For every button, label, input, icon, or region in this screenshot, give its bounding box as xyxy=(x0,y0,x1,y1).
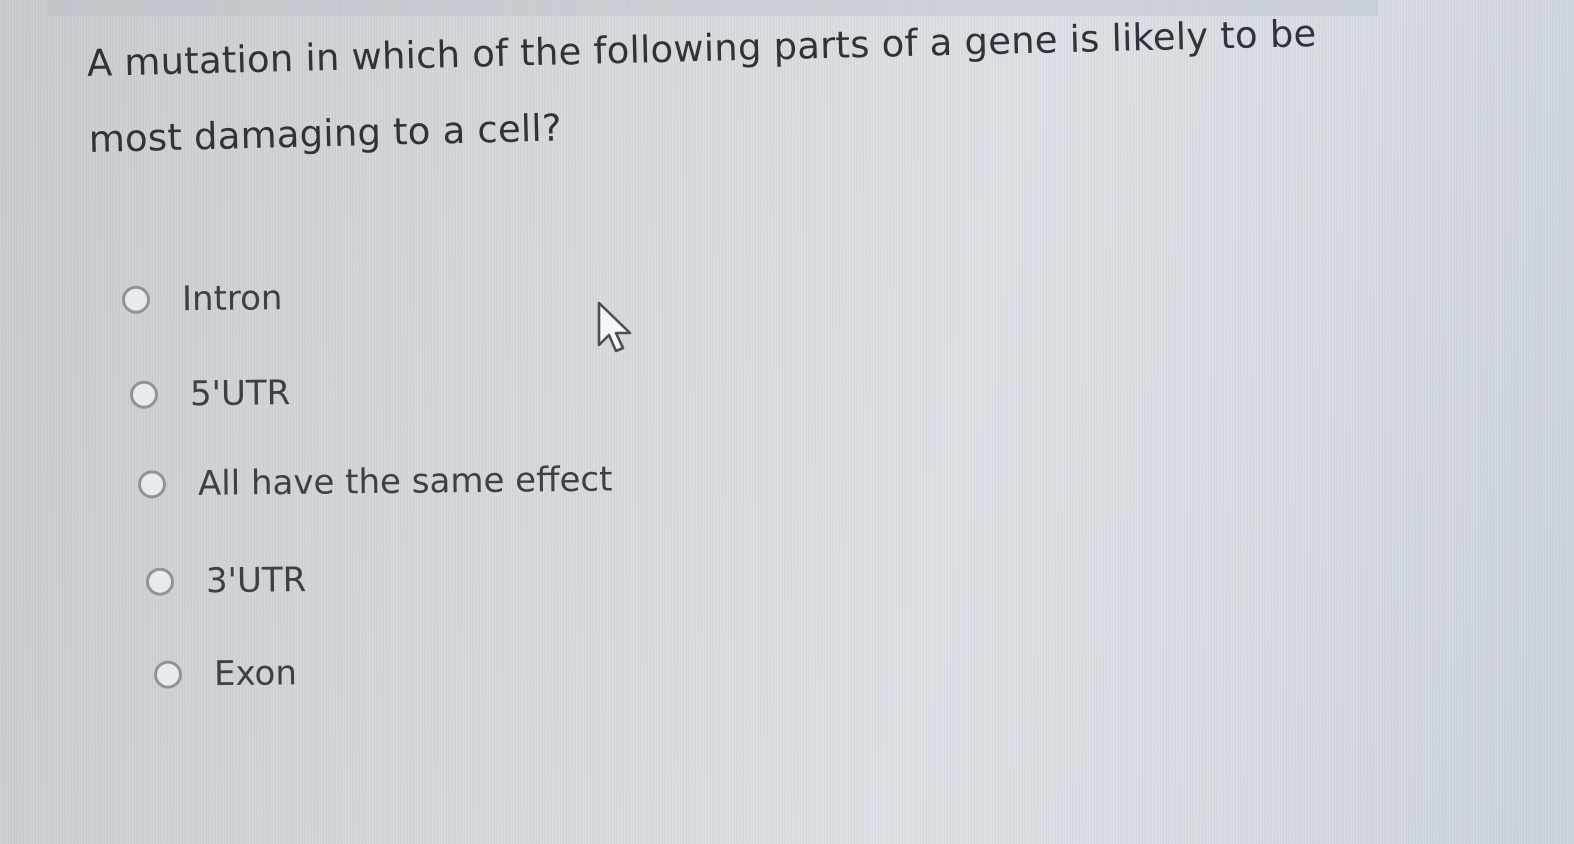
option-all-same-effect[interactable]: All have the same effect xyxy=(137,459,613,505)
radio-button-icon[interactable] xyxy=(121,285,151,314)
option-label: Intron xyxy=(181,278,283,320)
option-intron[interactable]: Intron xyxy=(121,278,283,320)
option-3-utr[interactable]: 3'UTR xyxy=(145,560,307,602)
option-5-utr[interactable]: 5'UTR xyxy=(129,373,291,415)
option-label: All have the same effect xyxy=(197,459,613,504)
option-exon[interactable]: Exon xyxy=(153,653,298,695)
answer-options: Intron 5'UTR All have the same effect 3'… xyxy=(0,0,1574,844)
arrow-pointer-icon xyxy=(597,301,632,353)
radio-button-icon[interactable] xyxy=(145,567,175,596)
option-label: 5'UTR xyxy=(189,373,291,415)
option-label: Exon xyxy=(213,653,298,695)
question-card: A mutation in which of the following par… xyxy=(0,0,1574,844)
radio-button-icon[interactable] xyxy=(137,470,167,499)
option-label: 3'UTR xyxy=(205,560,307,602)
radio-button-icon[interactable] xyxy=(129,380,159,409)
radio-button-icon[interactable] xyxy=(153,660,183,689)
